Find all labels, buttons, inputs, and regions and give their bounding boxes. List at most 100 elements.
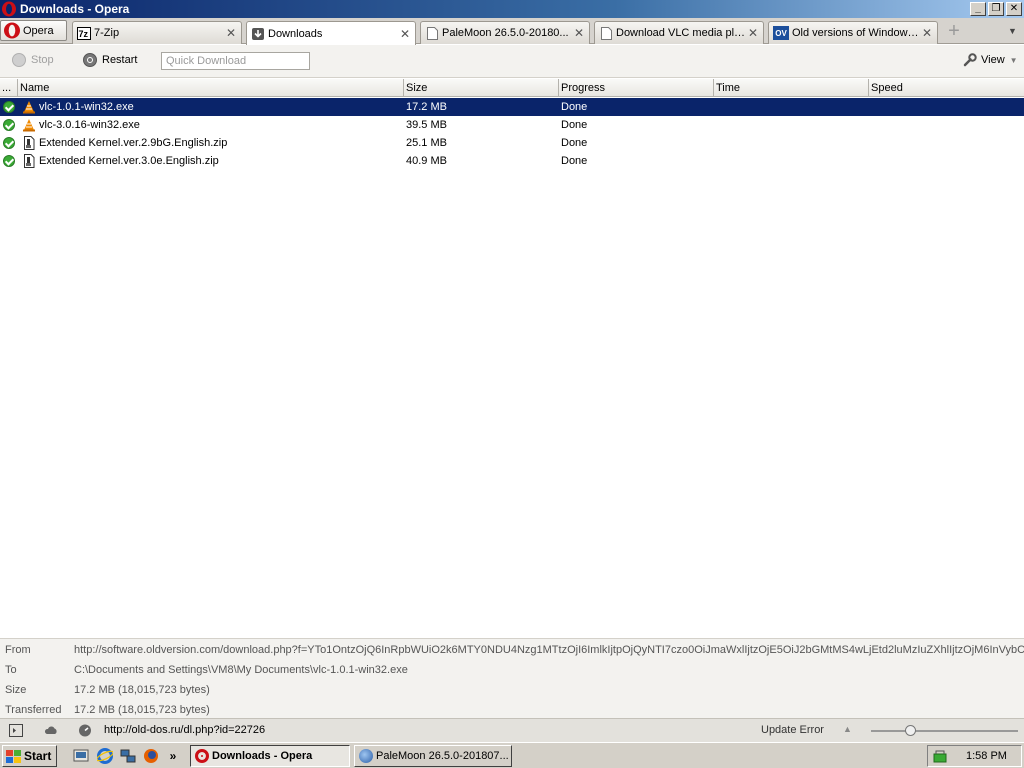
quick-download-input[interactable] <box>161 52 310 70</box>
tab-close-button[interactable]: ✕ <box>573 26 585 40</box>
done-check-icon <box>3 137 15 149</box>
minimize-button[interactable]: _ <box>970 2 986 16</box>
taskbar-item-palemoon[interactable]: PaleMoon 26.5.0-201807... <box>354 745 512 767</box>
restart-label: Restart <box>102 54 138 66</box>
palemoon-icon <box>359 749 373 763</box>
file-size: 40.9 MB <box>406 155 447 167</box>
tab-7zip[interactable]: 7z 7-Zip ✕ <box>72 21 242 44</box>
system-tray: 1:58 PM <box>927 745 1022 767</box>
network-icon[interactable] <box>119 747 137 765</box>
tab-label: Downloads <box>268 27 323 40</box>
ov-icon: OV <box>773 26 789 40</box>
taskbar-item-opera[interactable]: Downloads - Opera <box>190 745 350 767</box>
detail-label: To <box>5 664 17 676</box>
detail-size-value: 17.2 MB (18,015,723 bytes) <box>74 684 210 696</box>
done-check-icon <box>3 119 15 131</box>
tab-label: Download VLC media pla... <box>616 27 747 39</box>
stop-icon <box>12 53 26 67</box>
restart-icon <box>83 53 97 67</box>
taskbar-clock[interactable]: 1:58 PM <box>966 750 1007 762</box>
chevron-up-icon[interactable]: ▲ <box>843 724 852 734</box>
tab-close-button[interactable]: ✕ <box>399 27 411 41</box>
file-size: 39.5 MB <box>406 119 447 131</box>
detail-to-path[interactable]: C:\Documents and Settings\VM8\My Documen… <box>74 664 1024 676</box>
opera-logo-icon <box>2 1 16 17</box>
table-row[interactable]: Extended Kernel.ver.2.9bG.English.zip 25… <box>0 134 1024 152</box>
chevron-down-icon: ▼ <box>1009 55 1018 65</box>
file-name: vlc-3.0.16-win32.exe <box>39 119 140 131</box>
restart-button[interactable]: Restart <box>83 53 137 67</box>
stop-label: Stop <box>31 54 54 66</box>
svg-text:7z: 7z <box>79 29 89 39</box>
view-button[interactable]: View ▼ <box>963 53 1018 67</box>
zoom-slider[interactable] <box>871 725 1018 736</box>
windows-taskbar: Start » Downloads - Opera PaleMoon 26.5.… <box>0 742 1024 768</box>
file-name: vlc-1.0.1-win32.exe <box>39 101 134 113</box>
task-label: Downloads - Opera <box>212 750 313 762</box>
table-row[interactable]: vlc-3.0.16-win32.exe 39.5 MB Done <box>0 116 1024 134</box>
zoom-slider-thumb[interactable] <box>905 725 917 736</box>
column-header-name[interactable]: Name <box>18 79 404 97</box>
stop-button[interactable]: Stop <box>12 53 54 67</box>
page-icon <box>599 26 613 40</box>
column-header-size[interactable]: Size <box>404 79 559 97</box>
tab-downloads[interactable]: Downloads ✕ <box>246 21 416 45</box>
new-tab-button[interactable]: + <box>944 21 964 42</box>
view-label: View <box>981 54 1005 66</box>
tab-label: PaleMoon 26.5.0-20180... <box>442 27 569 39</box>
status-bar: http://old-dos.ru/dl.php?id=22726 Update… <box>0 718 1024 742</box>
detail-size: Size 17.2 MB (18,015,723 bytes) <box>0 681 1024 699</box>
download-time <box>714 134 869 152</box>
downloads-table-header: ... Name Size Progress Time Speed <box>0 79 1024 97</box>
show-desktop-icon[interactable] <box>72 747 90 765</box>
status-url: http://old-dos.ru/dl.php?id=22726 <box>104 724 266 736</box>
window-title: Downloads - Opera <box>20 2 130 16</box>
detail-label: Transferred <box>5 704 62 716</box>
speed-dial-icon[interactable] <box>78 724 92 737</box>
file-size: 17.2 MB <box>406 101 447 113</box>
opera-menu-button[interactable]: Opera <box>0 20 67 41</box>
download-time <box>714 98 869 116</box>
column-header-status[interactable]: ... <box>0 79 18 97</box>
close-window-button[interactable]: ✕ <box>1006 2 1022 16</box>
file-name: Extended Kernel.ver.2.9bG.English.zip <box>39 137 228 149</box>
file-size: 25.1 MB <box>406 137 447 149</box>
7zip-icon: 7z <box>77 26 91 40</box>
done-check-icon <box>3 101 15 113</box>
downloads-toolbar: Stop Restart View ▼ <box>0 45 1024 78</box>
tab-close-button[interactable]: ✕ <box>747 26 759 40</box>
opera-logo-icon <box>4 22 20 39</box>
start-label: Start <box>24 749 52 763</box>
tab-oldversion[interactable]: OV Old versions of Windows... ✕ <box>768 21 938 44</box>
column-header-time[interactable]: Time <box>714 79 869 97</box>
update-status[interactable]: Update Error <box>761 724 824 736</box>
detail-label: From <box>5 644 31 656</box>
download-progress: Done <box>561 119 588 131</box>
column-header-progress[interactable]: Progress <box>559 79 714 97</box>
tab-close-button[interactable]: ✕ <box>921 26 933 40</box>
window-title-bar[interactable]: Downloads - Opera _ ❐ ✕ <box>0 0 1024 18</box>
column-header-speed[interactable]: Speed <box>869 79 1024 97</box>
table-row[interactable]: vlc-1.0.1-win32.exe 17.2 MB Done <box>0 98 1024 116</box>
firefox-icon[interactable] <box>142 747 160 765</box>
quick-launch-overflow[interactable]: » <box>164 747 182 765</box>
detail-transferred: Transferred 17.2 MB (18,015,723 bytes) <box>0 701 1024 719</box>
task-label: PaleMoon 26.5.0-201807... <box>376 750 509 762</box>
download-progress: Done <box>561 137 588 149</box>
download-speed <box>869 134 1024 152</box>
download-progress: Done <box>561 101 588 113</box>
tab-close-button[interactable]: ✕ <box>225 26 237 40</box>
start-button[interactable]: Start <box>2 745 57 767</box>
detail-transferred-value: 17.2 MB (18,015,723 bytes) <box>74 704 210 716</box>
safely-remove-hardware-icon[interactable] <box>932 749 948 765</box>
tab-menu-button[interactable]: ▼ <box>1008 26 1017 36</box>
cloud-icon[interactable] <box>44 724 58 737</box>
table-row[interactable]: Extended Kernel.ver.3.0e.English.zip 40.… <box>0 152 1024 170</box>
detail-from-url[interactable]: http://software.oldversion.com/download.… <box>74 644 1024 656</box>
tab-vlc[interactable]: Download VLC media pla... ✕ <box>594 21 764 44</box>
panel-toggle-icon[interactable] <box>9 724 23 737</box>
tab-palemoon[interactable]: PaleMoon 26.5.0-20180... ✕ <box>420 21 590 44</box>
restore-button[interactable]: ❐ <box>988 2 1004 16</box>
internet-explorer-icon[interactable] <box>96 747 114 765</box>
opera-icon <box>195 749 209 763</box>
